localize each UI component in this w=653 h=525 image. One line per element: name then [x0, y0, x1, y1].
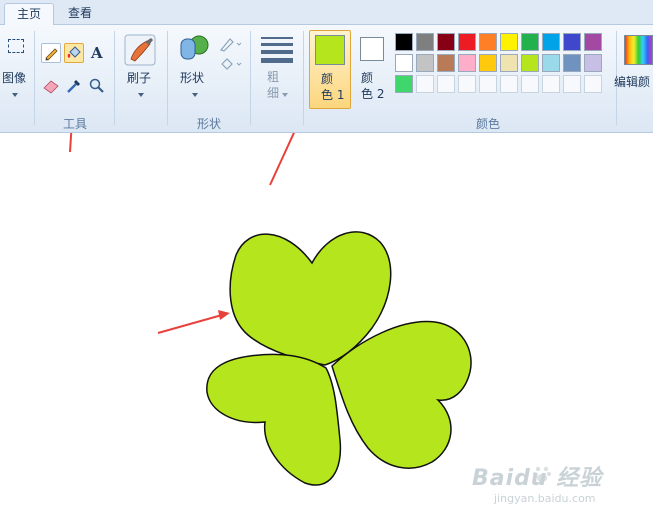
palette-swatch[interactable] — [395, 54, 413, 72]
baidu-watermark: Baidu 经验 jingyan.baidu.com — [472, 456, 652, 516]
tab-home[interactable]: 主页 — [4, 3, 55, 25]
rainbow-palette-icon — [624, 35, 653, 65]
palette-swatch[interactable] — [500, 33, 518, 51]
palette-swatch[interactable] — [542, 54, 560, 72]
watermark-url: jingyan.baidu.com — [494, 492, 596, 505]
palette-swatch[interactable] — [458, 33, 476, 51]
clover-leaf-left — [206, 353, 342, 486]
colors-group-label: 颜色 — [476, 117, 501, 131]
palette-swatch[interactable] — [479, 54, 497, 72]
palette-swatch[interactable] — [563, 33, 581, 51]
arrow-to-color1 — [269, 133, 295, 186]
ribbon-tab-bar: 主页 查看 — [0, 0, 653, 25]
arrow-to-fill-tool — [69, 133, 73, 153]
palette-swatch[interactable] — [521, 33, 539, 51]
palette-swatch[interactable] — [500, 54, 518, 72]
palette-empty-slot[interactable] — [584, 75, 602, 93]
palette-swatch[interactable] — [458, 54, 476, 72]
palette-swatch[interactable] — [542, 33, 560, 51]
arrow-to-leaf-head — [218, 310, 230, 320]
palette-empty-slot[interactable] — [416, 75, 434, 93]
palette-swatch[interactable] — [584, 33, 602, 51]
palette-swatch[interactable] — [416, 33, 434, 51]
palette-swatch[interactable] — [416, 54, 434, 72]
watermark-brand: Baidu 经验 — [472, 466, 603, 491]
palette-empty-slot[interactable] — [437, 75, 455, 93]
palette-swatch[interactable] — [563, 54, 581, 72]
ribbon: 图像 A 工具 刷子 形状 形状 粗 细 颜 色 1 颜 色 2 颜色 编辑颜 — [0, 25, 653, 133]
palette-swatch[interactable] — [437, 54, 455, 72]
palette-swatch[interactable] — [584, 54, 602, 72]
palette-swatch[interactable] — [437, 33, 455, 51]
arrow-to-leaf — [157, 314, 223, 334]
palette-swatch[interactable] — [395, 33, 413, 51]
tab-view[interactable]: 查看 — [56, 3, 104, 24]
palette-swatch[interactable] — [395, 75, 413, 93]
palette-empty-slot[interactable] — [500, 75, 518, 93]
palette-empty-slot[interactable] — [542, 75, 560, 93]
edit-colors-label: 编辑颜 — [614, 75, 651, 89]
palette-empty-slot[interactable] — [479, 75, 497, 93]
palette-swatch[interactable] — [479, 33, 497, 51]
palette-empty-slot[interactable] — [458, 75, 476, 93]
edit-colors-button[interactable]: 编辑颜 — [614, 29, 653, 111]
color-palette — [0, 25, 653, 132]
palette-swatch[interactable] — [521, 54, 539, 72]
palette-empty-slot[interactable] — [521, 75, 539, 93]
palette-empty-slot[interactable] — [563, 75, 581, 93]
